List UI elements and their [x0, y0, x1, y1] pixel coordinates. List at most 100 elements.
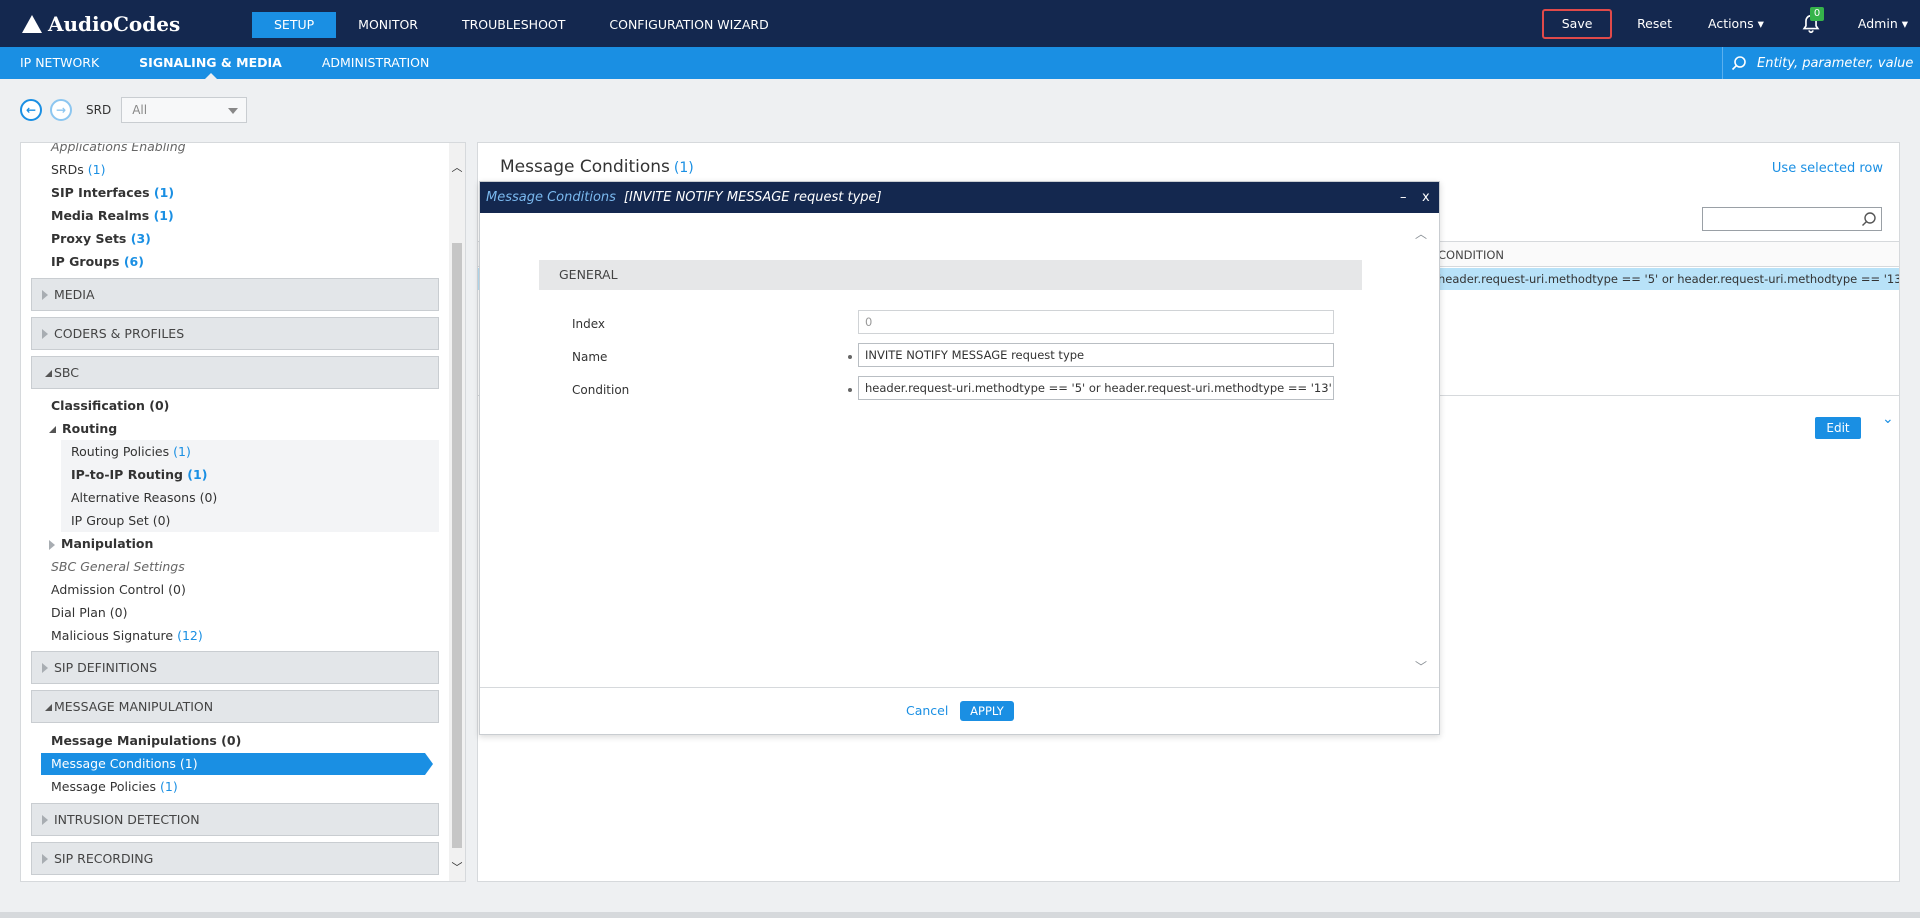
nav-srds[interactable]: SRDs (1) — [51, 162, 105, 177]
srd-select[interactable]: All — [121, 97, 248, 123]
nav-media-realms[interactable]: Media Realms (1) — [51, 208, 174, 223]
navigation-tree: Applications Enabling SRDs (1) SIP Inter… — [20, 142, 466, 882]
nav-sip-interfaces[interactable]: SIP Interfaces (1) — [51, 185, 174, 200]
logo-icon — [20, 12, 44, 36]
condition-field[interactable]: header.request-uri.methodtype == '5' or … — [858, 376, 1334, 400]
index-label: Index — [572, 317, 606, 331]
arrow-right-icon: → — [55, 103, 67, 117]
nav-scrollbar[interactable]: ︿ ﹀ — [449, 143, 465, 881]
nav-ip-to-ip-routing[interactable]: IP-to-IP Routing (1) — [71, 467, 207, 482]
nav-manipulation[interactable]: Manipulation — [49, 536, 153, 551]
search-icon — [1862, 212, 1876, 226]
sub-menu-signaling-media[interactable]: SIGNALING & MEDIA — [139, 47, 282, 79]
condition-label: Condition — [572, 383, 630, 397]
brand-name: AudioCodes — [48, 12, 181, 36]
nav-message-conditions[interactable]: Message Conditions (1) — [41, 753, 433, 775]
nav-dial-plan[interactable]: Dial Plan (0) — [51, 605, 127, 620]
collapse-icon — [40, 704, 52, 711]
name-label: Name — [572, 350, 608, 364]
chevron-up-icon[interactable]: ︿ — [1415, 225, 1427, 242]
arrow-left-icon: ← — [25, 103, 37, 117]
top-menu: SETUP MONITOR TROUBLESHOOT CONFIGURATION… — [252, 12, 791, 38]
required-indicator — [848, 388, 852, 392]
expand-icon — [42, 663, 48, 673]
cell-condition: header.request-uri.methodtype == '5' or … — [1438, 272, 1899, 286]
dialog-footer: Cancel APPLY — [480, 687, 1439, 734]
chevron-up-icon[interactable]: ︿ — [451, 159, 463, 174]
reset-button[interactable]: Reset — [1637, 16, 1672, 31]
apply-button[interactable]: APPLY — [960, 701, 1014, 721]
nav-routing[interactable]: Routing — [49, 421, 117, 436]
nav-sbc-general-settings[interactable]: SBC General Settings — [51, 559, 185, 574]
use-selected-row-link[interactable]: Use selected row — [1772, 161, 1883, 176]
nav-alternative-reasons[interactable]: Alternative Reasons (0) — [71, 490, 217, 505]
sub-menu-administration[interactable]: ADMINISTRATION — [322, 47, 430, 79]
section-sbc[interactable]: SBC — [31, 356, 439, 389]
column-condition[interactable]: CONDITION — [1438, 248, 1504, 262]
edit-button[interactable]: Edit — [1815, 417, 1861, 439]
nav-ip-groups[interactable]: IP Groups (6) — [51, 254, 144, 269]
collapse-icon — [40, 370, 52, 377]
global-search[interactable]: Entity, parameter, value — [1722, 47, 1920, 79]
expand-icon — [42, 854, 48, 864]
section-general: GENERAL — [539, 260, 1362, 290]
cancel-button[interactable]: Cancel — [906, 703, 948, 718]
section-coders-profiles[interactable]: CODERS & PROFILES — [31, 317, 439, 350]
forward-button[interactable]: → — [50, 99, 72, 121]
dialog-title-bar: Message Conditions [INVITE NOTIFY MESSAGE… — [480, 182, 1439, 213]
notifications-bell[interactable]: 0 — [1800, 6, 1825, 35]
section-message-manipulation[interactable]: MESSAGE MANIPULATION — [31, 690, 439, 723]
edit-dialog: Message Conditions [INVITE NOTIFY MESSAGE… — [479, 181, 1440, 735]
top-menu-configuration-wizard[interactable]: CONFIGURATION WIZARD — [587, 12, 790, 38]
dialog-title-row: [INVITE NOTIFY MESSAGE request type] — [623, 190, 882, 205]
top-menu-monitor[interactable]: MONITOR — [336, 12, 440, 38]
section-intrusion-detection[interactable]: INTRUSION DETECTION — [31, 803, 439, 836]
chevron-down-icon[interactable]: ﹀ — [451, 859, 463, 874]
dialog-body: ︿ GENERAL Index 0 Name INVITE NOTIFY MES… — [480, 213, 1439, 687]
close-icon[interactable]: x — [1422, 182, 1430, 213]
bottom-divider — [0, 912, 1920, 918]
page-title: Message Conditions (1) — [500, 157, 694, 177]
scrollbar-thumb[interactable] — [452, 243, 462, 848]
srd-filter-row: ← → SRD All — [20, 97, 248, 123]
nav-message-manipulations[interactable]: Message Manipulations (0) — [51, 733, 241, 748]
global-search-placeholder: Entity, parameter, value — [1757, 55, 1914, 71]
top-menu-setup[interactable]: SETUP — [252, 12, 337, 38]
nav-proxy-sets[interactable]: Proxy Sets (3) — [51, 231, 151, 246]
expand-icon — [42, 329, 48, 339]
minimize-icon[interactable]: – — [1400, 182, 1407, 213]
top-navigation-bar: AudioCodes SETUP MONITOR TROUBLESHOOT CO… — [0, 0, 1920, 47]
audiocodes-logo[interactable]: AudioCodes — [20, 12, 180, 36]
nav-routing-policies[interactable]: Routing Policies (1) — [71, 444, 191, 459]
nav-classification[interactable]: Classification (0) — [51, 398, 169, 413]
top-menu-troubleshoot[interactable]: TROUBLESHOOT — [440, 12, 587, 38]
actions-menu[interactable]: Actions ▾ — [1708, 16, 1764, 31]
index-field: 0 — [858, 310, 1334, 334]
expand-icon — [49, 539, 55, 550]
section-media[interactable]: MEDIA — [31, 278, 439, 311]
name-field[interactable]: INVITE NOTIFY MESSAGE request type — [858, 343, 1334, 367]
collapse-icon — [49, 426, 56, 433]
srd-label: SRD — [86, 103, 112, 117]
nav-admission-control[interactable]: Admission Control (0) — [51, 582, 186, 597]
back-button[interactable]: ← — [20, 99, 42, 121]
chevron-down-icon[interactable]: ⌄ — [1882, 411, 1894, 427]
search-icon — [1731, 56, 1746, 71]
sub-menu: IP NETWORK SIGNALING & MEDIA ADMINISTRAT… — [20, 47, 469, 79]
nav-ip-group-set[interactable]: IP Group Set (0) — [71, 513, 170, 528]
nav-malicious-signature[interactable]: Malicious Signature (12) — [51, 628, 203, 643]
nav-applications-enabling[interactable]: Applications Enabling — [51, 143, 186, 154]
expand-icon — [42, 815, 48, 825]
sub-navigation-bar: IP NETWORK SIGNALING & MEDIA ADMINISTRAT… — [0, 47, 1920, 79]
nav-message-policies[interactable]: Message Policies (1) — [51, 779, 178, 794]
sub-menu-ip-network[interactable]: IP NETWORK — [20, 47, 99, 79]
section-sip-recording[interactable]: SIP RECORDING — [31, 842, 439, 875]
notification-count-badge: 0 — [1809, 6, 1825, 21]
admin-user-menu[interactable]: Admin ▾ — [1858, 16, 1908, 31]
dialog-title-entity: Message Conditions — [486, 190, 616, 205]
row-count: (1) — [673, 160, 694, 176]
table-search-input[interactable] — [1702, 207, 1882, 231]
save-button[interactable]: Save — [1542, 8, 1613, 39]
chevron-down-icon[interactable]: ﹀ — [1415, 658, 1427, 675]
section-sip-definitions[interactable]: SIP DEFINITIONS — [31, 651, 439, 684]
